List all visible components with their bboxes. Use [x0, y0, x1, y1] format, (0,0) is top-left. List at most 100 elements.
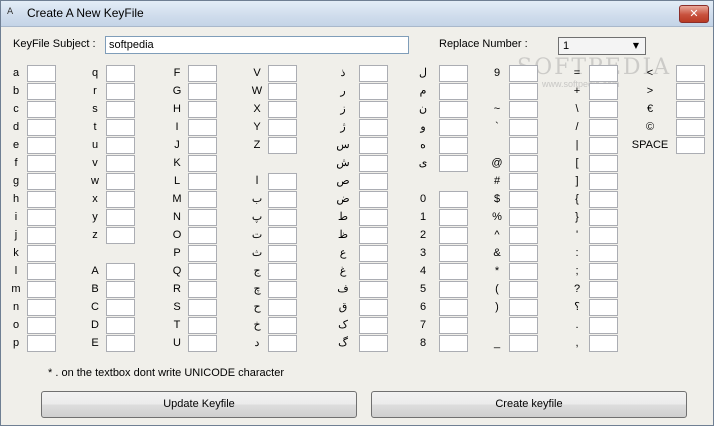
- char-replacement-input[interactable]: [268, 209, 297, 226]
- char-replacement-input[interactable]: [509, 263, 538, 280]
- char-replacement-input[interactable]: [359, 299, 388, 316]
- char-replacement-input[interactable]: [188, 263, 217, 280]
- char-replacement-input[interactable]: [106, 191, 135, 208]
- char-replacement-input[interactable]: [676, 65, 705, 82]
- char-replacement-input[interactable]: [188, 335, 217, 352]
- char-replacement-input[interactable]: [359, 119, 388, 136]
- char-replacement-input[interactable]: [439, 101, 468, 118]
- char-replacement-input[interactable]: [188, 191, 217, 208]
- char-replacement-input[interactable]: [268, 101, 297, 118]
- char-replacement-input[interactable]: [589, 227, 618, 244]
- char-replacement-input[interactable]: [589, 83, 618, 100]
- char-replacement-input[interactable]: [268, 335, 297, 352]
- char-replacement-input[interactable]: [589, 263, 618, 280]
- char-replacement-input[interactable]: [27, 317, 56, 334]
- char-replacement-input[interactable]: [589, 191, 618, 208]
- char-replacement-input[interactable]: [188, 299, 217, 316]
- char-replacement-input[interactable]: [509, 191, 538, 208]
- char-replacement-input[interactable]: [589, 245, 618, 262]
- char-replacement-input[interactable]: [589, 299, 618, 316]
- char-replacement-input[interactable]: [188, 209, 217, 226]
- char-replacement-input[interactable]: [106, 317, 135, 334]
- char-replacement-input[interactable]: [106, 101, 135, 118]
- char-replacement-input[interactable]: [439, 299, 468, 316]
- char-replacement-input[interactable]: [509, 173, 538, 190]
- close-button[interactable]: ✕: [679, 5, 709, 23]
- char-replacement-input[interactable]: [27, 191, 56, 208]
- char-replacement-input[interactable]: [676, 101, 705, 118]
- char-replacement-input[interactable]: [106, 137, 135, 154]
- char-replacement-input[interactable]: [359, 281, 388, 298]
- char-replacement-input[interactable]: [359, 245, 388, 262]
- char-replacement-input[interactable]: [439, 83, 468, 100]
- char-replacement-input[interactable]: [188, 227, 217, 244]
- char-replacement-input[interactable]: [439, 263, 468, 280]
- title-bar[interactable]: A Create A New KeyFile ✕: [1, 1, 713, 27]
- char-replacement-input[interactable]: [268, 119, 297, 136]
- char-replacement-input[interactable]: [106, 299, 135, 316]
- char-replacement-input[interactable]: [509, 335, 538, 352]
- char-replacement-input[interactable]: [509, 299, 538, 316]
- char-replacement-input[interactable]: [268, 191, 297, 208]
- char-replacement-input[interactable]: [188, 173, 217, 190]
- char-replacement-input[interactable]: [188, 245, 217, 262]
- char-replacement-input[interactable]: [188, 281, 217, 298]
- char-replacement-input[interactable]: [27, 83, 56, 100]
- char-replacement-input[interactable]: [509, 155, 538, 172]
- char-replacement-input[interactable]: [188, 155, 217, 172]
- char-replacement-input[interactable]: [27, 209, 56, 226]
- char-replacement-input[interactable]: [27, 119, 56, 136]
- char-replacement-input[interactable]: [188, 119, 217, 136]
- char-replacement-input[interactable]: [439, 317, 468, 334]
- char-replacement-input[interactable]: [359, 155, 388, 172]
- update-keyfile-button[interactable]: Update Keyfile: [41, 391, 357, 418]
- char-replacement-input[interactable]: [27, 281, 56, 298]
- char-replacement-input[interactable]: [106, 173, 135, 190]
- char-replacement-input[interactable]: [509, 227, 538, 244]
- char-replacement-input[interactable]: [589, 155, 618, 172]
- char-replacement-input[interactable]: [106, 83, 135, 100]
- char-replacement-input[interactable]: [439, 227, 468, 244]
- char-replacement-input[interactable]: [359, 173, 388, 190]
- char-replacement-input[interactable]: [106, 335, 135, 352]
- char-replacement-input[interactable]: [509, 317, 538, 334]
- char-replacement-input[interactable]: [268, 65, 297, 82]
- char-replacement-input[interactable]: [268, 299, 297, 316]
- char-replacement-input[interactable]: [27, 245, 56, 262]
- char-replacement-input[interactable]: [359, 65, 388, 82]
- char-replacement-input[interactable]: [188, 65, 217, 82]
- char-replacement-input[interactable]: [509, 119, 538, 136]
- char-replacement-input[interactable]: [439, 191, 468, 208]
- chevron-down-icon[interactable]: ▼: [629, 39, 643, 53]
- char-replacement-input[interactable]: [589, 335, 618, 352]
- char-replacement-input[interactable]: [106, 227, 135, 244]
- char-replacement-input[interactable]: [359, 101, 388, 118]
- char-replacement-input[interactable]: [27, 263, 56, 280]
- char-replacement-input[interactable]: [589, 65, 618, 82]
- char-replacement-input[interactable]: [27, 65, 56, 82]
- char-replacement-input[interactable]: [268, 137, 297, 154]
- char-replacement-input[interactable]: [439, 245, 468, 262]
- char-replacement-input[interactable]: [188, 137, 217, 154]
- char-replacement-input[interactable]: [439, 137, 468, 154]
- char-replacement-input[interactable]: [589, 119, 618, 136]
- char-replacement-input[interactable]: [188, 83, 217, 100]
- char-replacement-input[interactable]: [188, 101, 217, 118]
- char-replacement-input[interactable]: [27, 227, 56, 244]
- char-replacement-input[interactable]: [27, 335, 56, 352]
- char-replacement-input[interactable]: [106, 281, 135, 298]
- subject-input[interactable]: softpedia: [105, 36, 409, 54]
- char-replacement-input[interactable]: [188, 317, 217, 334]
- char-replacement-input[interactable]: [268, 317, 297, 334]
- char-replacement-input[interactable]: [439, 335, 468, 352]
- replace-number-select[interactable]: 1 ▼: [558, 37, 646, 55]
- char-replacement-input[interactable]: [27, 299, 56, 316]
- char-replacement-input[interactable]: [509, 101, 538, 118]
- char-replacement-input[interactable]: [359, 83, 388, 100]
- create-keyfile-button[interactable]: Create keyfile: [371, 391, 687, 418]
- char-replacement-input[interactable]: [439, 119, 468, 136]
- char-replacement-input[interactable]: [359, 317, 388, 334]
- char-replacement-input[interactable]: [676, 83, 705, 100]
- char-replacement-input[interactable]: [27, 101, 56, 118]
- char-replacement-input[interactable]: [589, 137, 618, 154]
